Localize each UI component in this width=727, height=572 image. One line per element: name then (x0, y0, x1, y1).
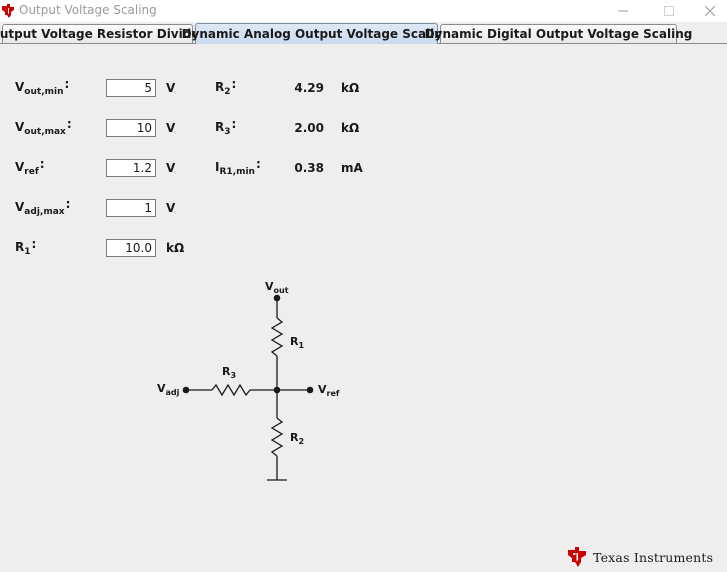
close-button[interactable] (692, 0, 727, 22)
tab-dynamic-digital-output-voltage-scaling[interactable]: Dynamic Digital Output Voltage Scaling (425, 24, 692, 43)
tab-dynamic-analog-output-voltage-scaling[interactable]: Dynamic Analog Output Voltage Scaling (182, 23, 451, 44)
minimize-button[interactable] (600, 0, 646, 22)
r1-label: R1: (15, 237, 37, 257)
maximize-button[interactable] (646, 0, 692, 22)
vadj-max-label: Vadj,max: (15, 197, 71, 217)
ti-app-icon (2, 4, 14, 18)
vout-max-unit: V (166, 121, 176, 135)
minimize-icon (618, 10, 628, 12)
ir1-min-unit: mA (341, 161, 363, 175)
schematic-r3-label: R3 (222, 365, 237, 380)
r2-label: R2: (215, 77, 237, 97)
title-bar: Output Voltage Scaling (0, 0, 727, 22)
maximize-icon (664, 6, 674, 16)
vref-label: Vref: (15, 157, 45, 177)
tab-output-voltage-resistor-divider[interactable]: Output Voltage Resistor Divider (0, 24, 205, 43)
vadj-max-field[interactable] (106, 199, 156, 217)
vadj-max-unit: V (166, 201, 176, 215)
r3-unit: kΩ (341, 121, 360, 135)
r1-field[interactable] (106, 239, 156, 257)
circuit-schematic: Vout R1 R3 Vadj Vref R2 (150, 278, 360, 488)
r3-label: R3: (215, 117, 237, 137)
r2-value: 4.29 (294, 81, 324, 95)
ir1-min-label: IR1,min: (215, 157, 261, 177)
vout-min-field[interactable] (106, 79, 156, 97)
vref-unit: V (166, 161, 176, 175)
ir1-min-value: 0.38 (294, 161, 324, 175)
vout-min-label: Vout,min: (15, 77, 70, 97)
vout-max-field[interactable] (106, 119, 156, 137)
schematic-r2-label: R2 (290, 431, 305, 446)
r2-unit: kΩ (341, 81, 360, 95)
close-icon (704, 6, 715, 16)
r1-unit: kΩ (166, 241, 185, 255)
vout-min-unit: V (166, 81, 176, 95)
r3-value: 2.00 (294, 121, 324, 135)
schematic-r1-label: R1 (290, 335, 305, 350)
schematic-vadj-label: Vadj (157, 382, 180, 397)
window-title: Output Voltage Scaling (19, 3, 157, 17)
ti-logo-icon (568, 547, 586, 567)
vout-max-label: Vout,max: (15, 117, 72, 137)
schematic-vout-label: Vout (265, 280, 289, 295)
schematic-vref-label: Vref (318, 383, 340, 398)
ti-logo-text: Texas Instruments (593, 550, 714, 565)
vref-field[interactable] (106, 159, 156, 177)
